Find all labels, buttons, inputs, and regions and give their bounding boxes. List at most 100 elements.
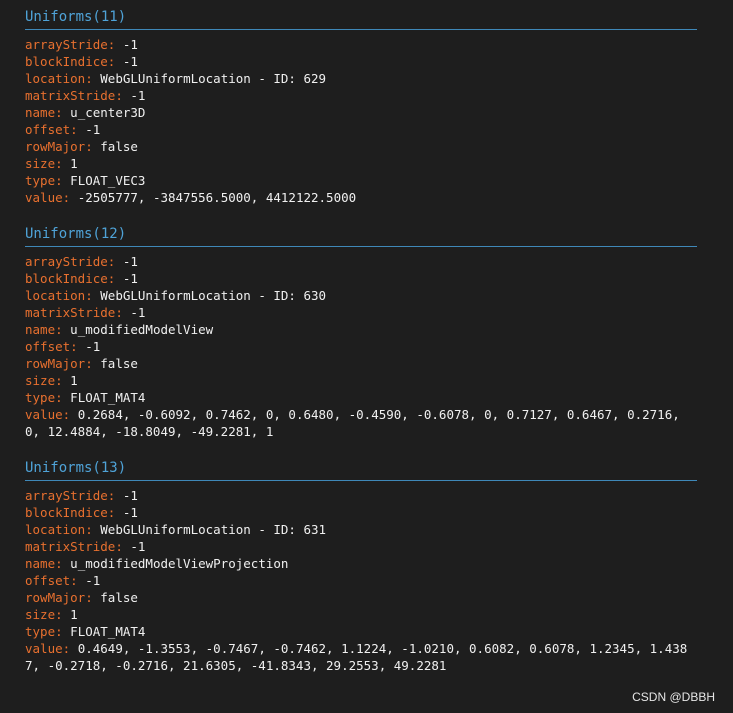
property-value: FLOAT_VEC3 bbox=[70, 173, 146, 188]
property-value: false bbox=[100, 356, 138, 371]
property-row: arrayStride: -1 bbox=[25, 36, 697, 53]
key-separator: : bbox=[107, 37, 123, 52]
property-row: size: 1 bbox=[25, 155, 697, 172]
uniform-section: Uniforms(13) arrayStride: -1 blockIndice… bbox=[25, 458, 697, 674]
key-separator: : bbox=[85, 522, 101, 537]
property-key: type bbox=[25, 173, 56, 188]
property-row: matrixStride: -1 bbox=[25, 304, 697, 321]
key-separator: : bbox=[115, 539, 131, 554]
key-separator: : bbox=[107, 271, 123, 286]
property-value: -1 bbox=[122, 254, 138, 269]
key-separator: : bbox=[70, 573, 86, 588]
property-key: blockIndice bbox=[25, 271, 108, 286]
key-separator: : bbox=[115, 305, 131, 320]
key-separator: : bbox=[70, 122, 86, 137]
property-value: false bbox=[100, 590, 138, 605]
property-key: arrayStride bbox=[25, 254, 108, 269]
property-key: value bbox=[25, 641, 63, 656]
property-row: value: 0.4649, -1.3553, -0.7467, -0.7462… bbox=[25, 640, 697, 674]
property-value: -1 bbox=[85, 339, 101, 354]
key-separator: : bbox=[55, 322, 71, 337]
property-key: location bbox=[25, 71, 86, 86]
property-value: WebGLUniformLocation - ID: 629 bbox=[100, 71, 327, 86]
property-row: rowMajor: false bbox=[25, 589, 697, 606]
property-key: size bbox=[25, 607, 56, 622]
key-separator: : bbox=[107, 254, 123, 269]
key-separator: : bbox=[55, 156, 71, 171]
property-row: type: FLOAT_VEC3 bbox=[25, 172, 697, 189]
property-value: -1 bbox=[122, 488, 138, 503]
property-key: location bbox=[25, 522, 86, 537]
property-key: rowMajor bbox=[25, 590, 86, 605]
uniform-section: Uniforms(12) arrayStride: -1 blockIndice… bbox=[25, 224, 697, 440]
key-separator: : bbox=[55, 556, 71, 571]
property-value: u_center3D bbox=[70, 105, 146, 120]
key-separator: : bbox=[85, 71, 101, 86]
property-key: rowMajor bbox=[25, 139, 86, 154]
key-separator: : bbox=[55, 373, 71, 388]
property-key: value bbox=[25, 407, 63, 422]
key-separator: : bbox=[55, 624, 71, 639]
key-separator: : bbox=[107, 488, 123, 503]
property-row: blockIndice: -1 bbox=[25, 53, 697, 70]
property-row: name: u_center3D bbox=[25, 104, 697, 121]
property-value: -2505777, -3847556.5000, 4412122.5000 bbox=[77, 190, 357, 205]
property-row: offset: -1 bbox=[25, 121, 697, 138]
key-separator: : bbox=[62, 641, 78, 656]
property-row: rowMajor: false bbox=[25, 355, 697, 372]
property-row: offset: -1 bbox=[25, 338, 697, 355]
key-separator: : bbox=[55, 105, 71, 120]
property-key: value bbox=[25, 190, 63, 205]
key-separator: : bbox=[107, 505, 123, 520]
property-row: type: FLOAT_MAT4 bbox=[25, 623, 697, 640]
key-separator: : bbox=[115, 88, 131, 103]
property-value: u_modifiedModelView bbox=[70, 322, 214, 337]
property-row: location: WebGLUniformLocation - ID: 629 bbox=[25, 70, 697, 87]
property-value: WebGLUniformLocation - ID: 631 bbox=[100, 522, 327, 537]
property-key: rowMajor bbox=[25, 356, 86, 371]
csdn-watermark: CSDN @DBBH bbox=[632, 690, 715, 704]
property-key: name bbox=[25, 105, 56, 120]
property-value: -1 bbox=[130, 305, 146, 320]
property-key: matrixStride bbox=[25, 88, 116, 103]
property-value: 1 bbox=[70, 607, 78, 622]
property-value: -1 bbox=[122, 271, 138, 286]
property-value: 1 bbox=[70, 156, 78, 171]
property-key: arrayStride bbox=[25, 488, 108, 503]
property-key: name bbox=[25, 322, 56, 337]
key-separator: : bbox=[107, 54, 123, 69]
property-row: arrayStride: -1 bbox=[25, 253, 697, 270]
property-key: offset bbox=[25, 122, 71, 137]
property-key: matrixStride bbox=[25, 539, 116, 554]
key-separator: : bbox=[62, 190, 78, 205]
property-row: rowMajor: false bbox=[25, 138, 697, 155]
property-value: 1 bbox=[70, 373, 78, 388]
key-separator: : bbox=[85, 356, 101, 371]
uniforms-inspector: Uniforms(11) arrayStride: -1 blockIndice… bbox=[25, 7, 697, 692]
property-value: -1 bbox=[85, 573, 101, 588]
property-row: offset: -1 bbox=[25, 572, 697, 589]
property-key: arrayStride bbox=[25, 37, 108, 52]
key-separator: : bbox=[55, 390, 71, 405]
property-value: FLOAT_MAT4 bbox=[70, 390, 146, 405]
property-key: offset bbox=[25, 573, 71, 588]
property-key: type bbox=[25, 624, 56, 639]
property-value: 0.2684, -0.6092, 0.7462, 0, 0.6480, -0.4… bbox=[25, 407, 688, 439]
property-value: FLOAT_MAT4 bbox=[70, 624, 146, 639]
property-key: size bbox=[25, 373, 56, 388]
property-key: blockIndice bbox=[25, 505, 108, 520]
uniform-section: Uniforms(11) arrayStride: -1 blockIndice… bbox=[25, 7, 697, 206]
property-row: location: WebGLUniformLocation - ID: 631 bbox=[25, 521, 697, 538]
property-value: 0.4649, -1.3553, -0.7467, -0.7462, 1.122… bbox=[25, 641, 688, 673]
property-key: matrixStride bbox=[25, 305, 116, 320]
property-key: offset bbox=[25, 339, 71, 354]
property-row: arrayStride: -1 bbox=[25, 487, 697, 504]
property-value: u_modifiedModelViewProjection bbox=[70, 556, 289, 571]
property-row: name: u_modifiedModelView bbox=[25, 321, 697, 338]
property-key: name bbox=[25, 556, 56, 571]
key-separator: : bbox=[55, 607, 71, 622]
key-separator: : bbox=[85, 590, 101, 605]
property-row: blockIndice: -1 bbox=[25, 504, 697, 521]
property-row: matrixStride: -1 bbox=[25, 538, 697, 555]
key-separator: : bbox=[85, 139, 101, 154]
